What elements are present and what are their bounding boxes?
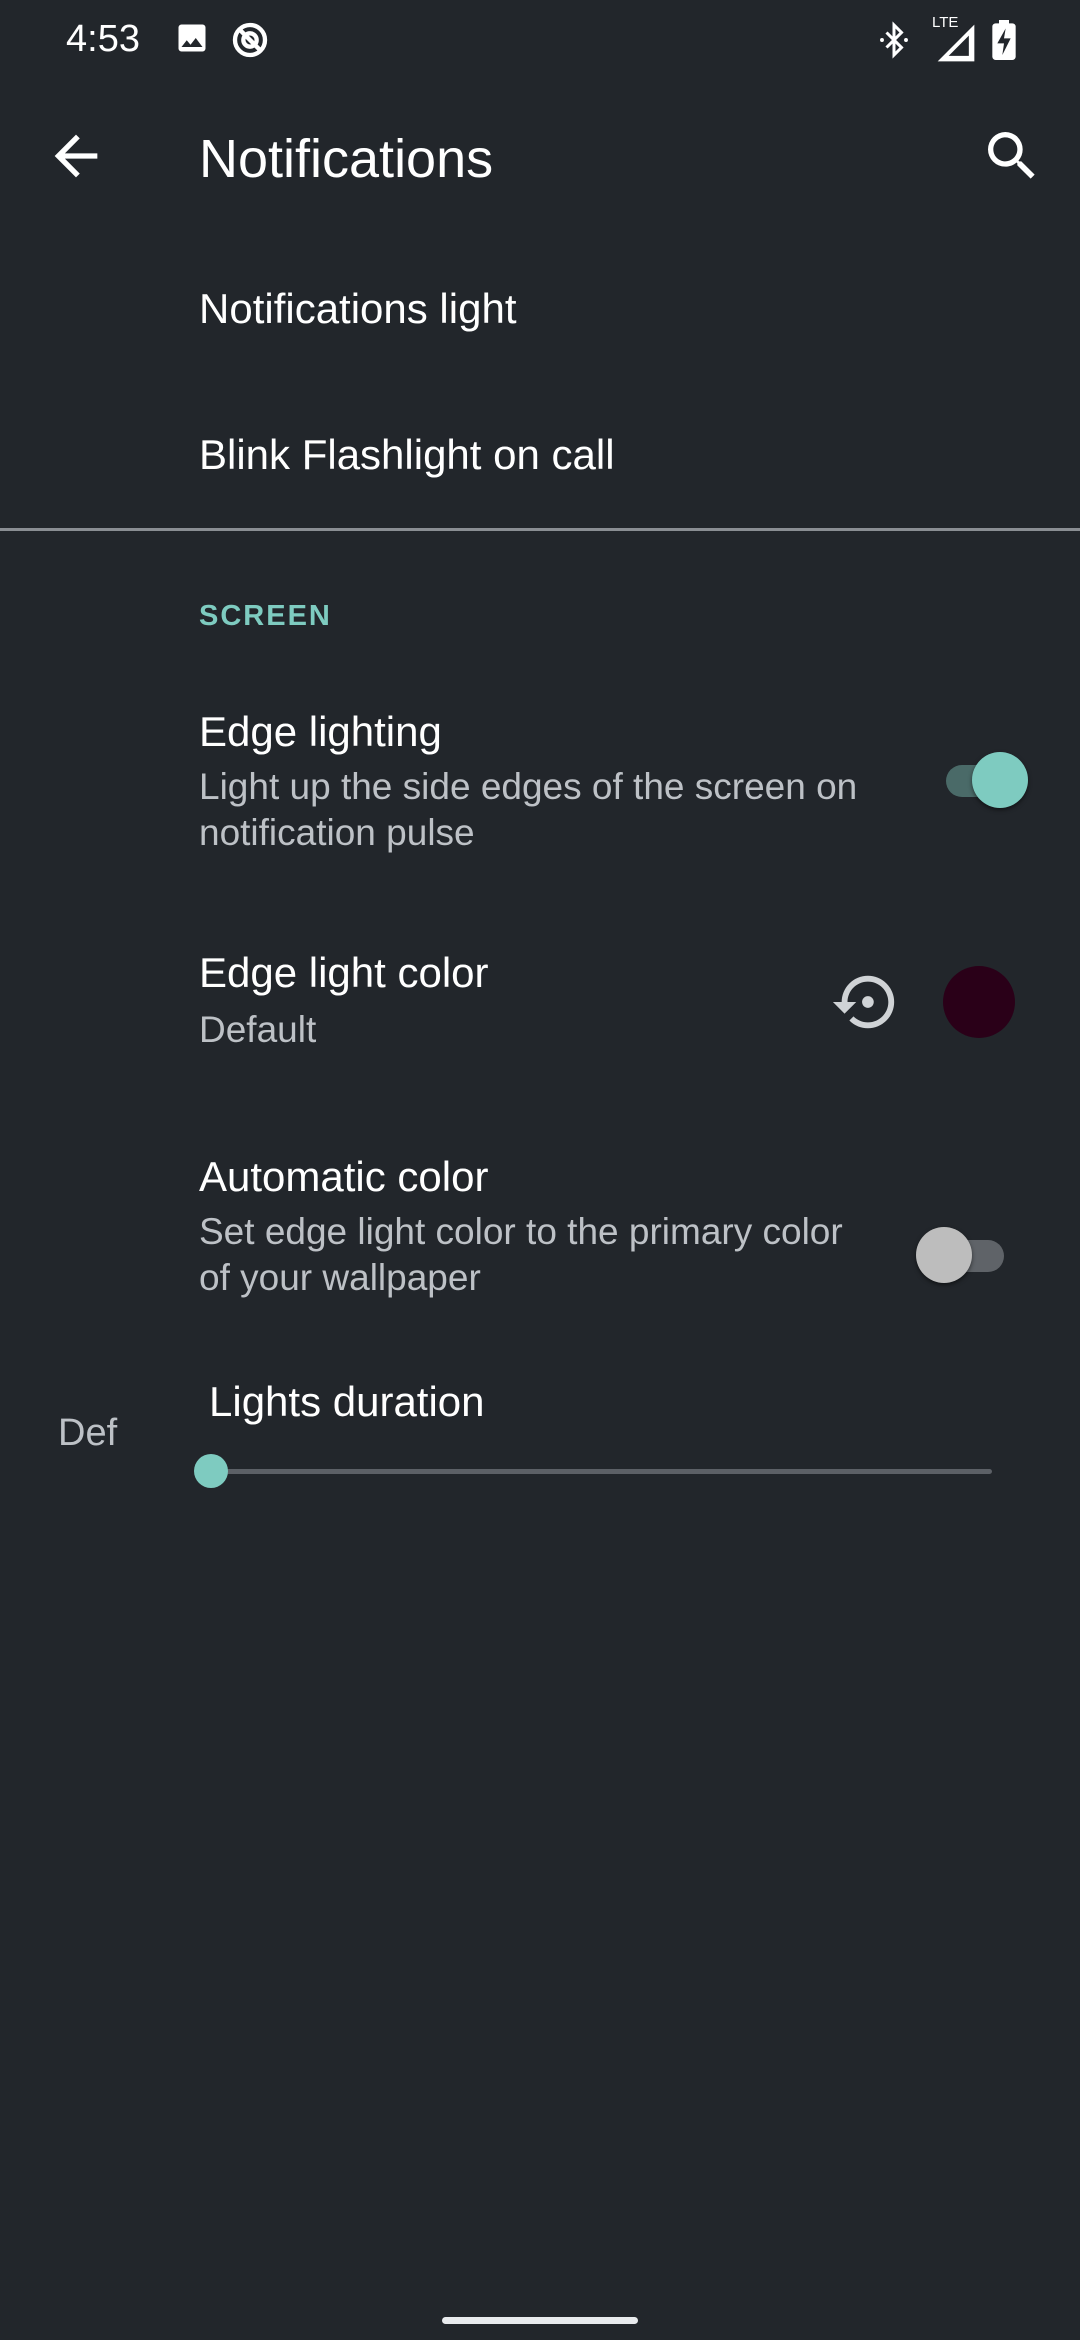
page-title: Notifications: [199, 129, 494, 189]
edge-lighting-item[interactable]: Edge lighting Light up the side edges of…: [0, 680, 1080, 880]
automatic-color-item[interactable]: Automatic color Set edge light color to …: [0, 1125, 1080, 1325]
battery-charging-icon: [990, 20, 1018, 65]
edge-light-color-item[interactable]: Edge light color Default: [0, 925, 1080, 1085]
automatic-color-switch[interactable]: [916, 1225, 1006, 1285]
edge-light-color-title: Edge light color: [199, 949, 489, 996]
switch-thumb: [972, 752, 1028, 808]
search-button[interactable]: [980, 124, 1050, 194]
section-header-screen: SCREEN: [199, 600, 332, 632]
automatic-color-summary: Set edge light color to the primary colo…: [199, 1211, 843, 1298]
notifications-light-title: Notifications light: [199, 285, 517, 332]
image-icon: [174, 20, 210, 61]
reset-color-button[interactable]: [830, 967, 900, 1037]
app-bar: Notifications: [0, 80, 1080, 230]
switch-thumb: [916, 1227, 972, 1283]
bluetooth-icon: [876, 20, 912, 65]
automatic-color-title: Automatic color: [199, 1153, 489, 1200]
section-divider: [0, 528, 1080, 531]
status-bar: 4:53 LTE: [0, 0, 1080, 80]
search-icon: [980, 132, 1044, 192]
arrow-back-icon: [44, 134, 108, 192]
lights-duration-value: Def: [58, 1412, 118, 1454]
notifications-light-item[interactable]: Notifications light: [0, 235, 1080, 385]
edge-lighting-summary: Light up the side edges of the screen on…: [199, 766, 858, 853]
edge-color-swatch[interactable]: [943, 966, 1015, 1038]
blink-flashlight-item[interactable]: Blink Flashlight on call: [0, 385, 1080, 528]
lights-duration-slider[interactable]: [212, 1469, 992, 1474]
data-saver-icon: [230, 20, 270, 65]
edge-light-color-summary: Default: [199, 1009, 317, 1050]
restore-icon: [830, 975, 900, 1041]
back-button[interactable]: [44, 124, 108, 188]
lights-duration-label: Lights duration: [209, 1378, 485, 1425]
status-time: 4:53: [66, 18, 140, 60]
blink-flashlight-title: Blink Flashlight on call: [199, 431, 615, 478]
edge-lighting-title: Edge lighting: [199, 708, 442, 755]
edge-lighting-switch[interactable]: [938, 750, 1028, 810]
gesture-navigation-bar[interactable]: [442, 2317, 638, 2324]
slider-thumb[interactable]: [194, 1454, 228, 1488]
